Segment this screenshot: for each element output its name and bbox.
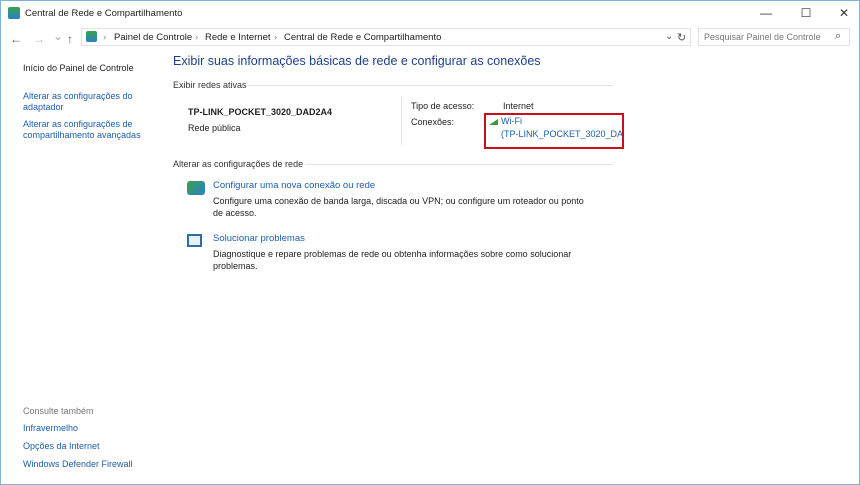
sidebar-firewall[interactable]: Windows Defender Firewall xyxy=(23,459,133,470)
access-type-value: Internet xyxy=(503,101,534,111)
breadcrumb-painel[interactable]: Painel de Controle xyxy=(114,32,192,43)
active-networks-heading: Exibir redes ativas xyxy=(173,80,247,90)
change-settings-heading: Alterar as configurações de rede xyxy=(173,159,304,169)
address-dropdown-icon[interactable]: ⌄ xyxy=(665,31,673,42)
new-connection-icon xyxy=(187,181,205,195)
sidebar-item-adapter[interactable]: Alterar as configurações do adaptador xyxy=(23,91,153,113)
wifi-signal-icon xyxy=(489,119,498,125)
connections-label: Conexões: xyxy=(411,117,455,127)
divider xyxy=(401,97,402,145)
sidebar-item-home[interactable]: Início do Painel de Controle xyxy=(23,63,134,74)
divider xyxy=(306,164,613,165)
new-connection-link[interactable]: Configurar uma nova conexão ou rede xyxy=(213,180,375,191)
page-title: Exibir suas informações básicas de rede … xyxy=(173,54,541,68)
network-location-icon xyxy=(86,31,97,42)
back-icon[interactable]: ← xyxy=(10,32,22,46)
maximize-button[interactable]: ☐ xyxy=(791,3,821,23)
sidebar-internet-options[interactable]: Opções da Internet xyxy=(23,441,100,452)
forward-icon[interactable]: → xyxy=(33,32,45,46)
divider xyxy=(247,85,613,86)
network-type[interactable]: Rede pública xyxy=(188,123,241,133)
breadcrumb-separator: › xyxy=(274,32,278,43)
breadcrumb-separator: › xyxy=(195,32,199,43)
access-type-label: Tipo de acesso: xyxy=(411,101,475,111)
recent-pages-icon[interactable]: ⌄ xyxy=(53,29,63,43)
window-title: Central de Rede e Compartilhamento xyxy=(25,8,183,19)
wifi-connection-ssid-link[interactable]: (TP-LINK_POCKET_3020_DA xyxy=(501,129,623,139)
breadcrumb-separator: › xyxy=(103,32,107,43)
new-connection-description: Configure uma conexão de banda larga, di… xyxy=(213,196,584,218)
troubleshoot-link[interactable]: Solucionar problemas xyxy=(213,233,305,244)
search-input[interactable]: Pesquisar Painel de Controle xyxy=(698,28,850,46)
up-icon[interactable]: ↑ xyxy=(67,32,73,46)
sidebar-item-sharing[interactable]: Alterar as configurações de compartilham… xyxy=(23,119,158,141)
minimize-button[interactable]: — xyxy=(751,3,781,23)
breadcrumb-rede-internet[interactable]: Rede e Internet xyxy=(205,32,271,43)
network-name: TP-LINK_POCKET_3020_DAD2A4 xyxy=(188,107,333,117)
troubleshoot-icon xyxy=(187,234,202,247)
breadcrumb-central[interactable]: Central de Rede e Compartilhamento xyxy=(284,32,441,43)
refresh-icon[interactable]: ↻ xyxy=(677,31,686,44)
sidebar-infrared[interactable]: Infravermelho xyxy=(23,423,78,434)
wifi-connection-link[interactable]: Wi-Fi xyxy=(501,116,522,126)
troubleshoot-description: Diagnostique e repare problemas de rede … xyxy=(213,249,572,271)
network-center-icon xyxy=(8,7,20,19)
close-button[interactable]: ✕ xyxy=(829,3,859,23)
see-also-heading: Consulte também xyxy=(23,406,94,416)
search-icon[interactable]: ⌕ xyxy=(835,30,841,43)
